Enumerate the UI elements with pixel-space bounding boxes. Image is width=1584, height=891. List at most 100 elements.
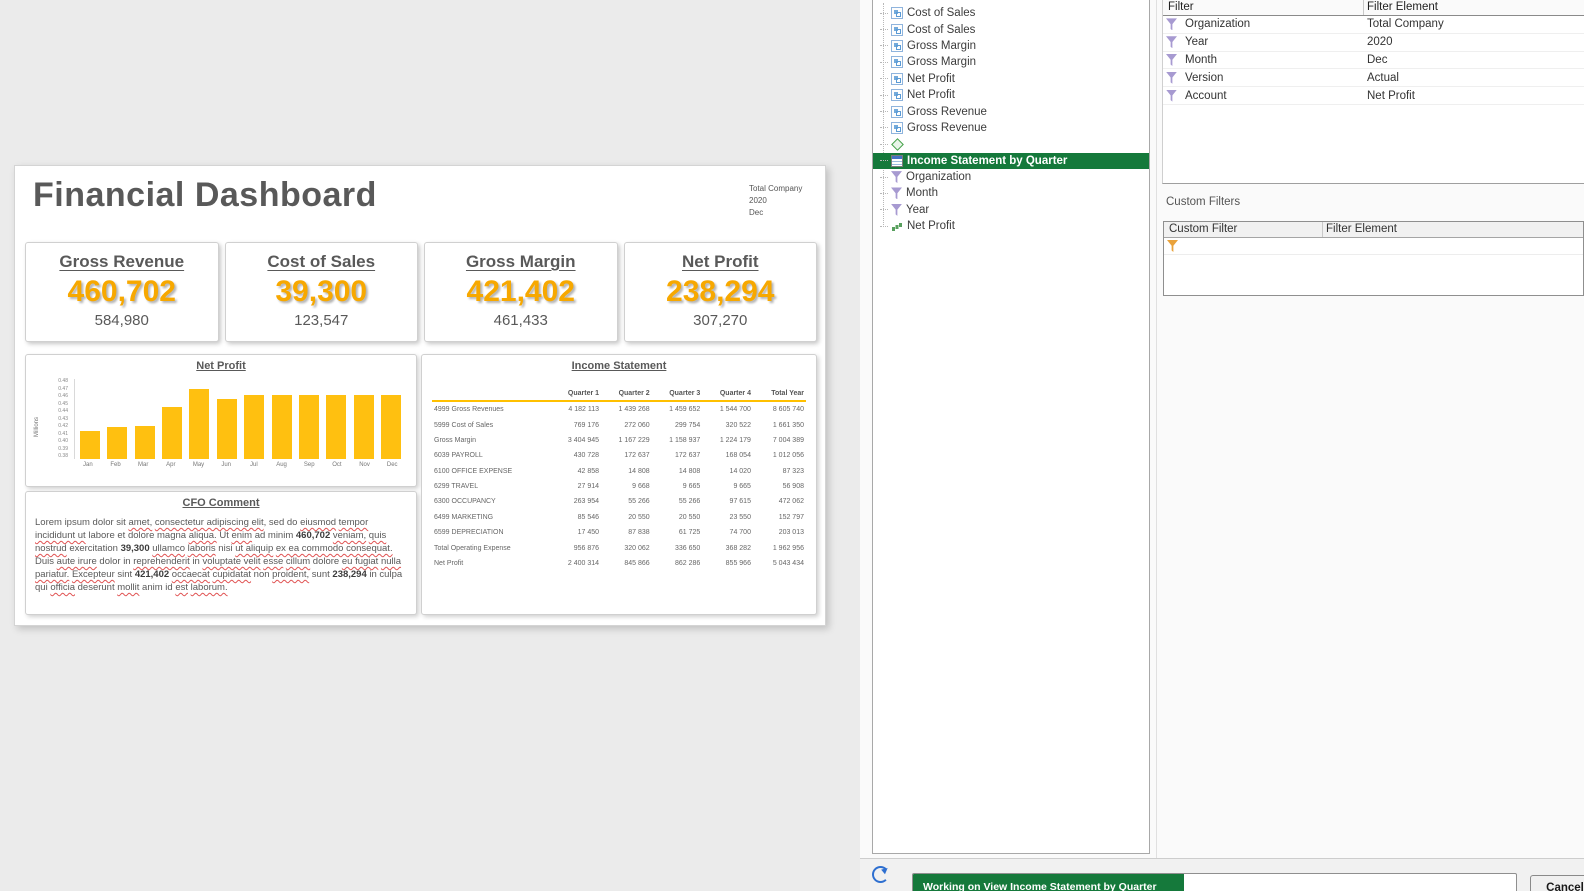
filter-row[interactable]: AccountNet Profit xyxy=(1163,87,1584,105)
data-view-icon xyxy=(891,122,903,134)
net-profit-bar xyxy=(272,395,292,459)
net-profit-bar xyxy=(135,426,155,459)
cell-value: 1 439 268 xyxy=(601,401,652,417)
tree-guide-line xyxy=(880,95,888,96)
filter-row[interactable]: MonthDec xyxy=(1163,52,1584,70)
pov-selections: Total Company 2020 Dec xyxy=(749,183,802,219)
misspelled-word: quis xyxy=(369,530,386,541)
tree-item[interactable]: Year xyxy=(873,202,1149,218)
cell-value: 55 266 xyxy=(601,494,652,509)
tree-item[interactable]: Gross Revenue xyxy=(873,103,1149,119)
kpi-value: 238,294 xyxy=(625,275,817,309)
cell-value: 5 043 434 xyxy=(753,556,806,571)
tree-item[interactable]: Cost of Sales xyxy=(873,5,1149,21)
misspelled-word: aute irure xyxy=(57,556,97,567)
misspelled-word: cillum xyxy=(286,556,310,567)
custom-filter-column-header: Custom Filter xyxy=(1169,222,1237,237)
custom-filters-table: Custom Filter Filter Element xyxy=(1163,221,1584,296)
pov-year: 2020 xyxy=(749,195,802,207)
tree-item-label: Cost of Sales xyxy=(907,7,975,19)
net-profit-bar xyxy=(162,407,182,459)
filter-name: Month xyxy=(1185,54,1217,66)
cell-value: 17 450 xyxy=(550,525,601,540)
cell-value: 152 797 xyxy=(753,510,806,525)
custom-filter-row[interactable] xyxy=(1164,238,1583,255)
kpi-label: Gross Revenue xyxy=(26,252,218,272)
filter-row[interactable]: Year 2020 xyxy=(1163,34,1584,52)
tree-item-label: Organization xyxy=(906,171,971,183)
tree-guide-line xyxy=(880,45,888,46)
tree-item[interactable]: Net Profit xyxy=(873,87,1149,103)
tree-guide-line xyxy=(880,78,888,79)
cell-value: 320 522 xyxy=(702,417,753,432)
cell-value: 272 060 xyxy=(601,417,652,432)
worksheet-background: Financial Dashboard Total Company 2020 D… xyxy=(0,0,860,891)
x-tick-label: Feb xyxy=(102,462,130,468)
filter-row[interactable]: VersionActual xyxy=(1163,69,1584,87)
tree-item[interactable] xyxy=(873,136,1149,152)
cell-value: 299 754 xyxy=(652,417,703,432)
filter-element-value: Net Profit xyxy=(1367,90,1415,102)
net-profit-chart-title: Net Profit xyxy=(26,360,416,372)
cell-value: 1 224 179 xyxy=(702,433,753,448)
cell-value: 97 615 xyxy=(702,494,753,509)
cell-value: 430 728 xyxy=(550,448,601,463)
tree-item[interactable]: Gross Revenue xyxy=(873,120,1149,136)
filter-icon xyxy=(891,171,902,183)
tree-item[interactable]: Organization xyxy=(873,169,1149,185)
tree-item[interactable]: Cost of Sales xyxy=(873,21,1149,37)
column-header: Quarter 4 xyxy=(702,387,753,401)
cell-value: 56 908 xyxy=(753,479,806,494)
filter-element-value: 2020 xyxy=(1367,36,1393,48)
filter-name: Version xyxy=(1185,72,1223,84)
cell-value: 55 266 xyxy=(652,494,703,509)
custom-filter-element-column-header: Filter Element xyxy=(1326,222,1397,237)
misspelled-word: ullamco xyxy=(152,543,185,554)
tree-guide-line xyxy=(880,144,888,145)
custom-filter-icon xyxy=(1167,240,1178,252)
y-tick-label: 0.42 xyxy=(58,424,68,429)
kpi-value: 39,300 xyxy=(226,275,418,309)
kpi-card: Net Profit238,294307,270 xyxy=(624,242,818,342)
filter-element-column-header: Filter Element xyxy=(1367,0,1438,15)
tree-item-label: Year xyxy=(906,204,929,216)
kpi-subvalue: 584,980 xyxy=(26,312,218,329)
cell-value: 14 808 xyxy=(601,464,652,479)
cell-value: 14 020 xyxy=(702,464,753,479)
filter-name: Year xyxy=(1185,36,1208,48)
kpi-subvalue: 123,547 xyxy=(226,312,418,329)
kpi-label: Cost of Sales xyxy=(226,252,418,272)
x-tick-label: Jan xyxy=(74,462,102,468)
tree-item[interactable]: Net Profit xyxy=(873,218,1149,234)
net-profit-bar xyxy=(326,395,346,459)
kpi-card: Cost of Sales 39,300 123,547 xyxy=(225,242,419,342)
x-tick-label: Oct xyxy=(323,462,351,468)
tree-item[interactable]: Income Statement by Quarter xyxy=(873,153,1149,169)
tree-item[interactable]: Month xyxy=(873,185,1149,201)
filter-table-header: Filter Filter Element xyxy=(1163,0,1584,16)
cancel-button[interactable]: Cancel xyxy=(1530,875,1584,891)
misspelled-word: ex ea commodo consequat. xyxy=(276,543,393,554)
table-row: 6299 TRAVEL27 9149 6689 6659 66556 908 xyxy=(432,479,806,494)
table-row: 4999 Gross Revenues4 182 1131 439 2681 4… xyxy=(432,401,806,417)
row-label: 6599 DEPRECIATION xyxy=(432,525,550,540)
data-view-icon xyxy=(891,40,903,52)
refresh-icon[interactable] xyxy=(872,866,889,883)
cell-value: 3 404 945 xyxy=(550,433,601,448)
tree-guide-line xyxy=(880,111,888,112)
tree-item[interactable]: Net Profit xyxy=(873,71,1149,87)
tree-item[interactable]: Gross Margin xyxy=(873,38,1149,54)
cell-value: 42 858 xyxy=(550,464,601,479)
table-row: 6300 OCCUPANCY263 95455 26655 26697 6154… xyxy=(432,494,806,509)
filter-row[interactable]: OrganizationTotal Company xyxy=(1163,16,1584,34)
kpi-label: Gross Margin xyxy=(425,252,617,272)
financial-dashboard-card: Financial Dashboard Total Company 2020 D… xyxy=(14,165,826,626)
row-label: 5999 Cost of Sales xyxy=(432,417,550,432)
cfo-bold-number: 39,300 xyxy=(121,543,150,554)
cfo-bold-number: 460,702 xyxy=(296,530,330,541)
net-profit-bar xyxy=(80,431,100,459)
misspelled-word: cupidatat xyxy=(212,569,251,580)
tree-item-label: Net Profit xyxy=(907,89,955,101)
tree-item[interactable]: Gross Margin xyxy=(873,54,1149,70)
misspelled-word: laborum. xyxy=(191,582,228,593)
